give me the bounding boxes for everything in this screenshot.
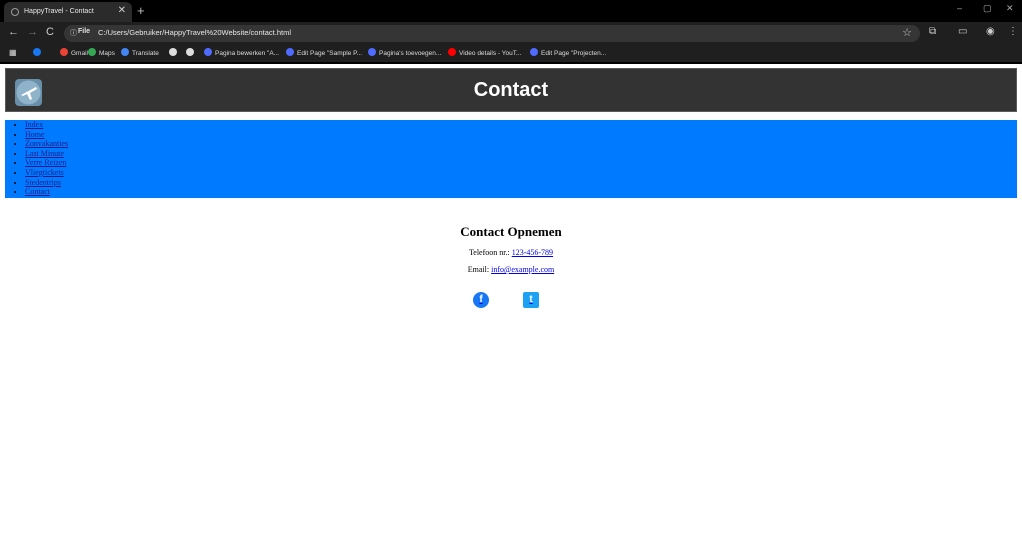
- nav-item: Zonvakanties: [25, 139, 1017, 149]
- close-window-button[interactable]: ✕: [1006, 3, 1014, 14]
- bookmark-label: Translate: [132, 50, 159, 57]
- profile-icon[interactable]: ◉: [986, 26, 995, 37]
- bookmark-item[interactable]: Pagina bewerken "A...: [204, 48, 279, 57]
- email-label: Email:: [467, 265, 490, 274]
- nav-item: Index: [25, 120, 1017, 130]
- youtube-icon: [448, 48, 456, 56]
- bookmark-label: Edit Page "Projecten...: [541, 50, 607, 57]
- facebook-icon[interactable]: f: [473, 292, 489, 308]
- bookmark-label: Maps: [99, 50, 115, 57]
- nav-link-stedentrips[interactable]: Stedentrips: [25, 178, 61, 187]
- main-navigation: IndexHomeZonvakantiesLast MinuteVerre Re…: [5, 120, 1017, 198]
- browser-toolbar: ← → C ⓘ File C:/Users/Gebruiker/HappyTra…: [0, 22, 1022, 44]
- nav-item: Stedentrips: [25, 178, 1017, 188]
- forward-button[interactable]: →: [27, 26, 38, 38]
- url-text[interactable]: C:/Users/Gebruiker/HappyTravel%20Website…: [98, 28, 291, 37]
- nav-link-contact[interactable]: Contact: [25, 187, 50, 196]
- twitter-icon[interactable]: t: [523, 292, 539, 308]
- nav-item: Verre Reizen: [25, 158, 1017, 168]
- wordpress-icon: [204, 48, 212, 56]
- minimize-button[interactable]: –: [957, 3, 962, 13]
- email-link[interactable]: info@example.com: [491, 265, 554, 274]
- nav-item: Vliegtickets: [25, 168, 1017, 178]
- globe-icon: [186, 48, 194, 56]
- nav-list: IndexHomeZonvakantiesLast MinuteVerre Re…: [5, 120, 1017, 197]
- phone-link[interactable]: 123-456-789: [512, 248, 553, 257]
- nav-link-verre-reizen[interactable]: Verre Reizen: [25, 158, 67, 167]
- nav-link-home[interactable]: Home: [25, 130, 45, 139]
- nav-item: Home: [25, 130, 1017, 140]
- bookmark-item[interactable]: Edit Page "Sample P...: [286, 48, 362, 57]
- phone-label: Telefoon nr.:: [468, 248, 510, 257]
- phone-line: Telefoon nr.: 123-456-789: [0, 248, 1022, 257]
- tab-close-icon[interactable]: ✕: [118, 5, 126, 16]
- wordpress-icon: [286, 48, 294, 56]
- menu-icon[interactable]: ⋮: [1008, 26, 1018, 37]
- bookmark-item[interactable]: Pagina's toevoegen...: [368, 48, 441, 57]
- bookmark-item[interactable]: Gmail: [60, 48, 88, 57]
- email-line: Email: info@example.com: [0, 265, 1022, 274]
- site-header: Contact: [5, 68, 1017, 112]
- bookmark-label: Gmail: [71, 50, 88, 57]
- bookmarks-bar: ▦ Gmail Maps Translate Pagina bewerken "A..…: [0, 44, 1022, 62]
- extensions-icon[interactable]: ⧉: [929, 26, 936, 37]
- nav-link-vliegtickets[interactable]: Vliegtickets: [25, 168, 64, 177]
- page-title: Contact: [473, 79, 549, 101]
- bookmark-label: Edit Page "Sample P...: [297, 50, 363, 57]
- bookmark-label: Pagina's toevoegen...: [379, 50, 442, 57]
- reload-button[interactable]: C: [46, 26, 54, 38]
- tab-search-icon[interactable]: ▭: [958, 26, 967, 37]
- gmail-icon: [60, 48, 68, 56]
- contact-section: Contact Opnemen Telefoon nr.: 123-456-78…: [0, 224, 1022, 274]
- facebook-glyph: f: [479, 294, 483, 305]
- bookmark-label: Video details - YouT...: [459, 50, 522, 57]
- nav-link-last-minute[interactable]: Last Minute: [25, 149, 64, 158]
- apps-grid-icon[interactable]: ▦: [9, 48, 17, 57]
- nav-item: Last Minute: [25, 149, 1017, 159]
- maximize-button[interactable]: ▢: [983, 3, 992, 14]
- tab-strip: HappyTravel - Contact ✕ + – ▢ ✕: [0, 0, 1022, 22]
- back-button[interactable]: ←: [8, 26, 19, 38]
- contact-heading: Contact Opnemen: [460, 224, 562, 239]
- nav-link-zonvakanties[interactable]: Zonvakanties: [25, 139, 68, 148]
- maps-icon: [88, 48, 96, 56]
- tab-active[interactable]: HappyTravel - Contact ✕: [4, 2, 132, 22]
- bookmark-item[interactable]: Video details - YouT...: [448, 48, 521, 57]
- bookmark-item[interactable]: [169, 48, 180, 57]
- bookmark-item[interactable]: Translate: [121, 48, 159, 57]
- wordpress-icon: [530, 48, 538, 56]
- twitter-glyph: t: [529, 294, 533, 305]
- bookmark-label: Pagina bewerken "A...: [215, 50, 280, 57]
- browser-chrome: HappyTravel - Contact ✕ + – ▢ ✕ ← → C ⓘ …: [0, 0, 1022, 64]
- globe-icon: [169, 48, 177, 56]
- nav-item: Contact: [25, 187, 1017, 197]
- bookmark-item[interactable]: Maps: [88, 48, 115, 57]
- web-page: Contact IndexHomeZonvakantiesLast Minute…: [0, 64, 1022, 546]
- site-info-icon[interactable]: ⓘ: [70, 28, 77, 38]
- bookmark-item[interactable]: Edit Page "Projecten...: [530, 48, 606, 57]
- address-bar[interactable]: ⓘ File C:/Users/Gebruiker/HappyTravel%20…: [64, 25, 920, 42]
- new-tab-button[interactable]: +: [137, 3, 145, 18]
- wordpress-icon: [368, 48, 376, 56]
- nav-link-index[interactable]: Index: [25, 120, 43, 129]
- page-favicon-icon: [11, 8, 19, 16]
- tab-title: HappyTravel - Contact: [24, 8, 94, 15]
- facebook-bookmark[interactable]: [33, 48, 44, 57]
- file-chip: File: [78, 28, 91, 35]
- bookmark-star-icon[interactable]: ☆: [902, 26, 912, 39]
- translate-icon: [121, 48, 129, 56]
- bookmark-item[interactable]: [186, 48, 197, 57]
